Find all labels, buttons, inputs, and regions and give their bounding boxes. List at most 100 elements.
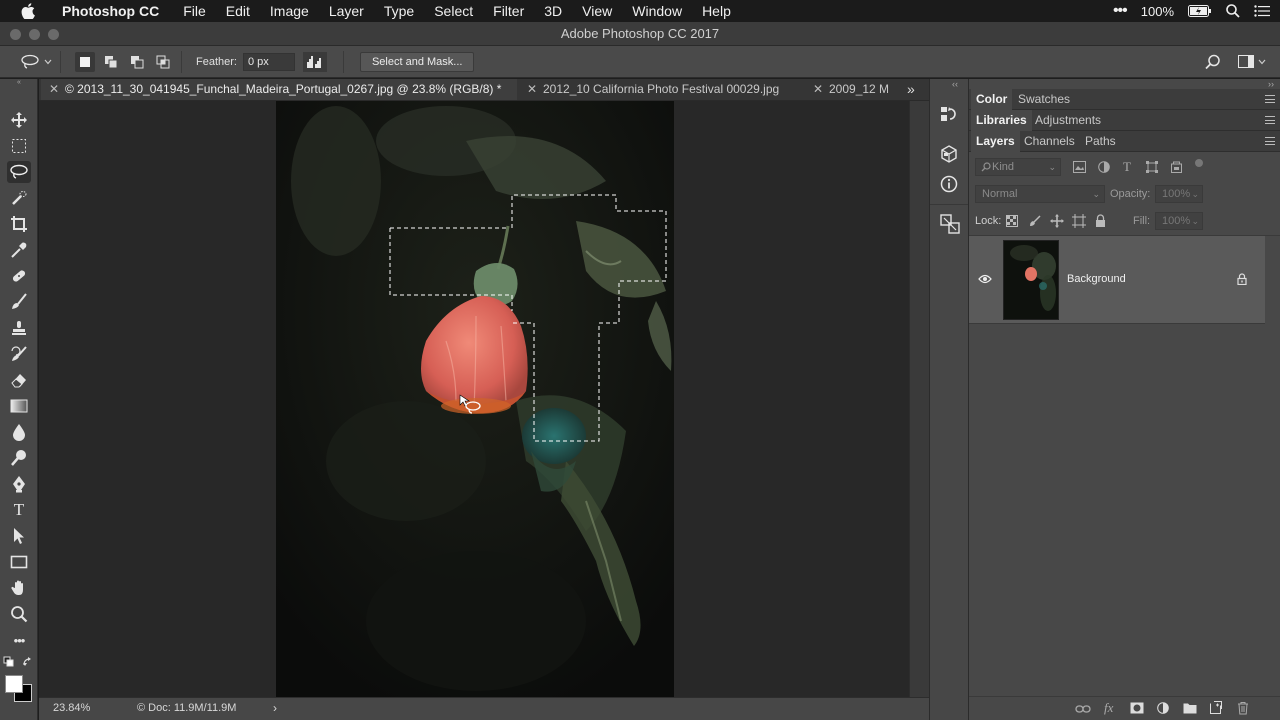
layer-lock-icon[interactable] <box>1237 273 1247 285</box>
quick-selection-tool[interactable] <box>7 187 31 209</box>
zoom-tool[interactable] <box>7 603 31 625</box>
lock-position-icon[interactable] <box>1050 214 1064 228</box>
path-selection-tool[interactable] <box>7 525 31 547</box>
layer-style-fx-icon[interactable]: fx <box>1104 700 1113 716</box>
default-colors-icon[interactable] <box>3 656 15 668</box>
layer-row-background[interactable]: Background <box>969 236 1265 324</box>
lock-image-pixels-icon[interactable] <box>1029 215 1041 227</box>
menu-help[interactable]: Help <box>692 0 741 22</box>
spotlight-search-icon[interactable] <box>1226 4 1240 18</box>
lock-all-icon[interactable] <box>1095 214 1106 227</box>
filter-pixel-layers-icon[interactable] <box>1073 161 1086 173</box>
filter-type-layers-icon[interactable]: T <box>1123 159 1131 175</box>
notification-center-icon[interactable] <box>1254 5 1270 17</box>
layer-visibility-eye-icon[interactable] <box>978 274 992 284</box>
anti-alias-toggle[interactable] <box>302 51 327 72</box>
pen-tool[interactable] <box>7 473 31 495</box>
search-icon[interactable] <box>1205 54 1221 70</box>
tab-adjustments[interactable]: Adjustments <box>1030 110 1106 131</box>
menu-file[interactable]: File <box>173 0 216 22</box>
document-tab[interactable]: ✕ 2009_12 M <box>805 79 897 100</box>
add-to-selection-button[interactable] <box>101 52 121 72</box>
menu-type[interactable]: Type <box>374 0 424 22</box>
eyedropper-tool[interactable] <box>7 239 31 261</box>
menu-layer[interactable]: Layer <box>319 0 374 22</box>
tab-layers[interactable]: Layers <box>971 131 1020 152</box>
tab-paths[interactable]: Paths <box>1080 131 1121 152</box>
3d-panel-icon[interactable] <box>940 145 958 163</box>
menu-select[interactable]: Select <box>424 0 483 22</box>
tool-preset-picker[interactable] <box>20 54 52 70</box>
document-scrollbar[interactable] <box>909 101 929 697</box>
tab-libraries[interactable]: Libraries <box>971 110 1032 131</box>
gradient-tool[interactable] <box>7 395 31 417</box>
subtract-from-selection-button[interactable] <box>127 52 147 72</box>
workspace-switcher-icon[interactable] <box>1238 55 1266 68</box>
layer-name[interactable]: Background <box>1067 273 1126 285</box>
close-tab-icon[interactable]: ✕ <box>813 79 823 100</box>
collapse-tools-icon[interactable]: « <box>0 79 38 86</box>
close-tab-icon[interactable]: ✕ <box>527 79 537 100</box>
collapse-panels-icon[interactable]: ›› <box>1268 79 1274 89</box>
filter-smart-objects-icon[interactable] <box>1171 161 1182 173</box>
crop-tool[interactable] <box>7 213 31 235</box>
delete-layer-trash-icon[interactable] <box>1237 701 1249 715</box>
panel-menu-icon[interactable] <box>1265 95 1275 103</box>
menu-window[interactable]: Window <box>622 0 692 22</box>
new-adjustment-layer-icon[interactable] <box>1157 702 1169 714</box>
link-layers-icon[interactable] <box>1075 704 1091 714</box>
lasso-tool[interactable] <box>7 161 31 183</box>
select-and-mask-button[interactable]: Select and Mask... <box>359 51 475 72</box>
menu-3d[interactable]: 3D <box>534 0 572 22</box>
tab-overflow-icon[interactable]: » <box>907 79 915 99</box>
menu-image[interactable]: Image <box>260 0 319 22</box>
history-panel-icon[interactable] <box>940 105 958 123</box>
filter-adjustment-layers-icon[interactable] <box>1098 161 1110 173</box>
dodge-tool[interactable] <box>7 447 31 469</box>
filter-toggle-switch[interactable] <box>1195 159 1203 167</box>
info-panel-icon[interactable] <box>940 175 958 193</box>
edit-toolbar-icon[interactable]: ••• <box>7 629 31 651</box>
close-tab-icon[interactable]: ✕ <box>49 79 59 100</box>
intersect-selection-button[interactable] <box>153 52 173 72</box>
tab-channels[interactable]: Channels <box>1019 131 1080 152</box>
type-tool[interactable]: T <box>7 499 31 521</box>
menu-filter[interactable]: Filter <box>483 0 534 22</box>
opacity-input[interactable]: 100% ⌄ <box>1155 185 1203 203</box>
add-layer-mask-icon[interactable] <box>1130 702 1144 714</box>
chevron-right-icon[interactable]: › <box>273 701 277 715</box>
lock-artboards-icon[interactable] <box>1072 214 1086 228</box>
panel-menu-icon[interactable] <box>1265 137 1275 145</box>
rectangle-tool[interactable] <box>7 551 31 573</box>
glyphs-panel-icon[interactable] <box>940 214 960 234</box>
document-tab[interactable]: ✕ 2012_10 California Photo Festival 0002… <box>519 79 803 100</box>
swap-colors-icon[interactable] <box>22 656 34 668</box>
menu-edit[interactable]: Edit <box>216 0 260 22</box>
zoom-level[interactable]: 23.84% <box>53 702 90 714</box>
filter-shape-layers-icon[interactable] <box>1146 161 1158 173</box>
healing-brush-tool[interactable] <box>7 265 31 287</box>
more-dots-icon[interactable]: ••• <box>1113 2 1128 20</box>
doc-size-info[interactable]: © Doc: 11.9M/11.9M <box>137 702 236 714</box>
tab-color[interactable]: Color <box>971 89 1013 110</box>
menu-app-name[interactable]: Photoshop CC <box>52 0 173 22</box>
foreground-color-swatch[interactable] <box>5 675 23 693</box>
new-group-folder-icon[interactable] <box>1183 702 1197 714</box>
move-tool[interactable] <box>7 109 31 131</box>
document-tab-active[interactable]: ✕ © 2013_11_30_041945_Funchal_Madeira_Po… <box>41 79 517 100</box>
eraser-tool[interactable] <box>7 369 31 391</box>
layers-scroll-track[interactable] <box>1265 236 1280 696</box>
new-selection-button[interactable] <box>75 51 95 72</box>
layer-filter-kind-select[interactable]: Kind ⌄ <box>975 158 1061 176</box>
apple-icon[interactable] <box>18 0 38 22</box>
expand-panels-icon[interactable]: ‹‹ <box>952 79 958 89</box>
history-brush-tool[interactable] <box>7 343 31 365</box>
battery-icon[interactable] <box>1188 5 1212 17</box>
fill-input[interactable]: 100% ⌄ <box>1155 212 1203 230</box>
blur-tool[interactable] <box>7 421 31 443</box>
lock-transparent-pixels-icon[interactable] <box>1006 215 1018 227</box>
feather-input[interactable]: 0 px <box>242 52 295 71</box>
marquee-tool[interactable] <box>7 135 31 157</box>
panel-menu-icon[interactable] <box>1265 116 1275 124</box>
blend-mode-select[interactable]: Normal ⌄ <box>975 185 1105 203</box>
